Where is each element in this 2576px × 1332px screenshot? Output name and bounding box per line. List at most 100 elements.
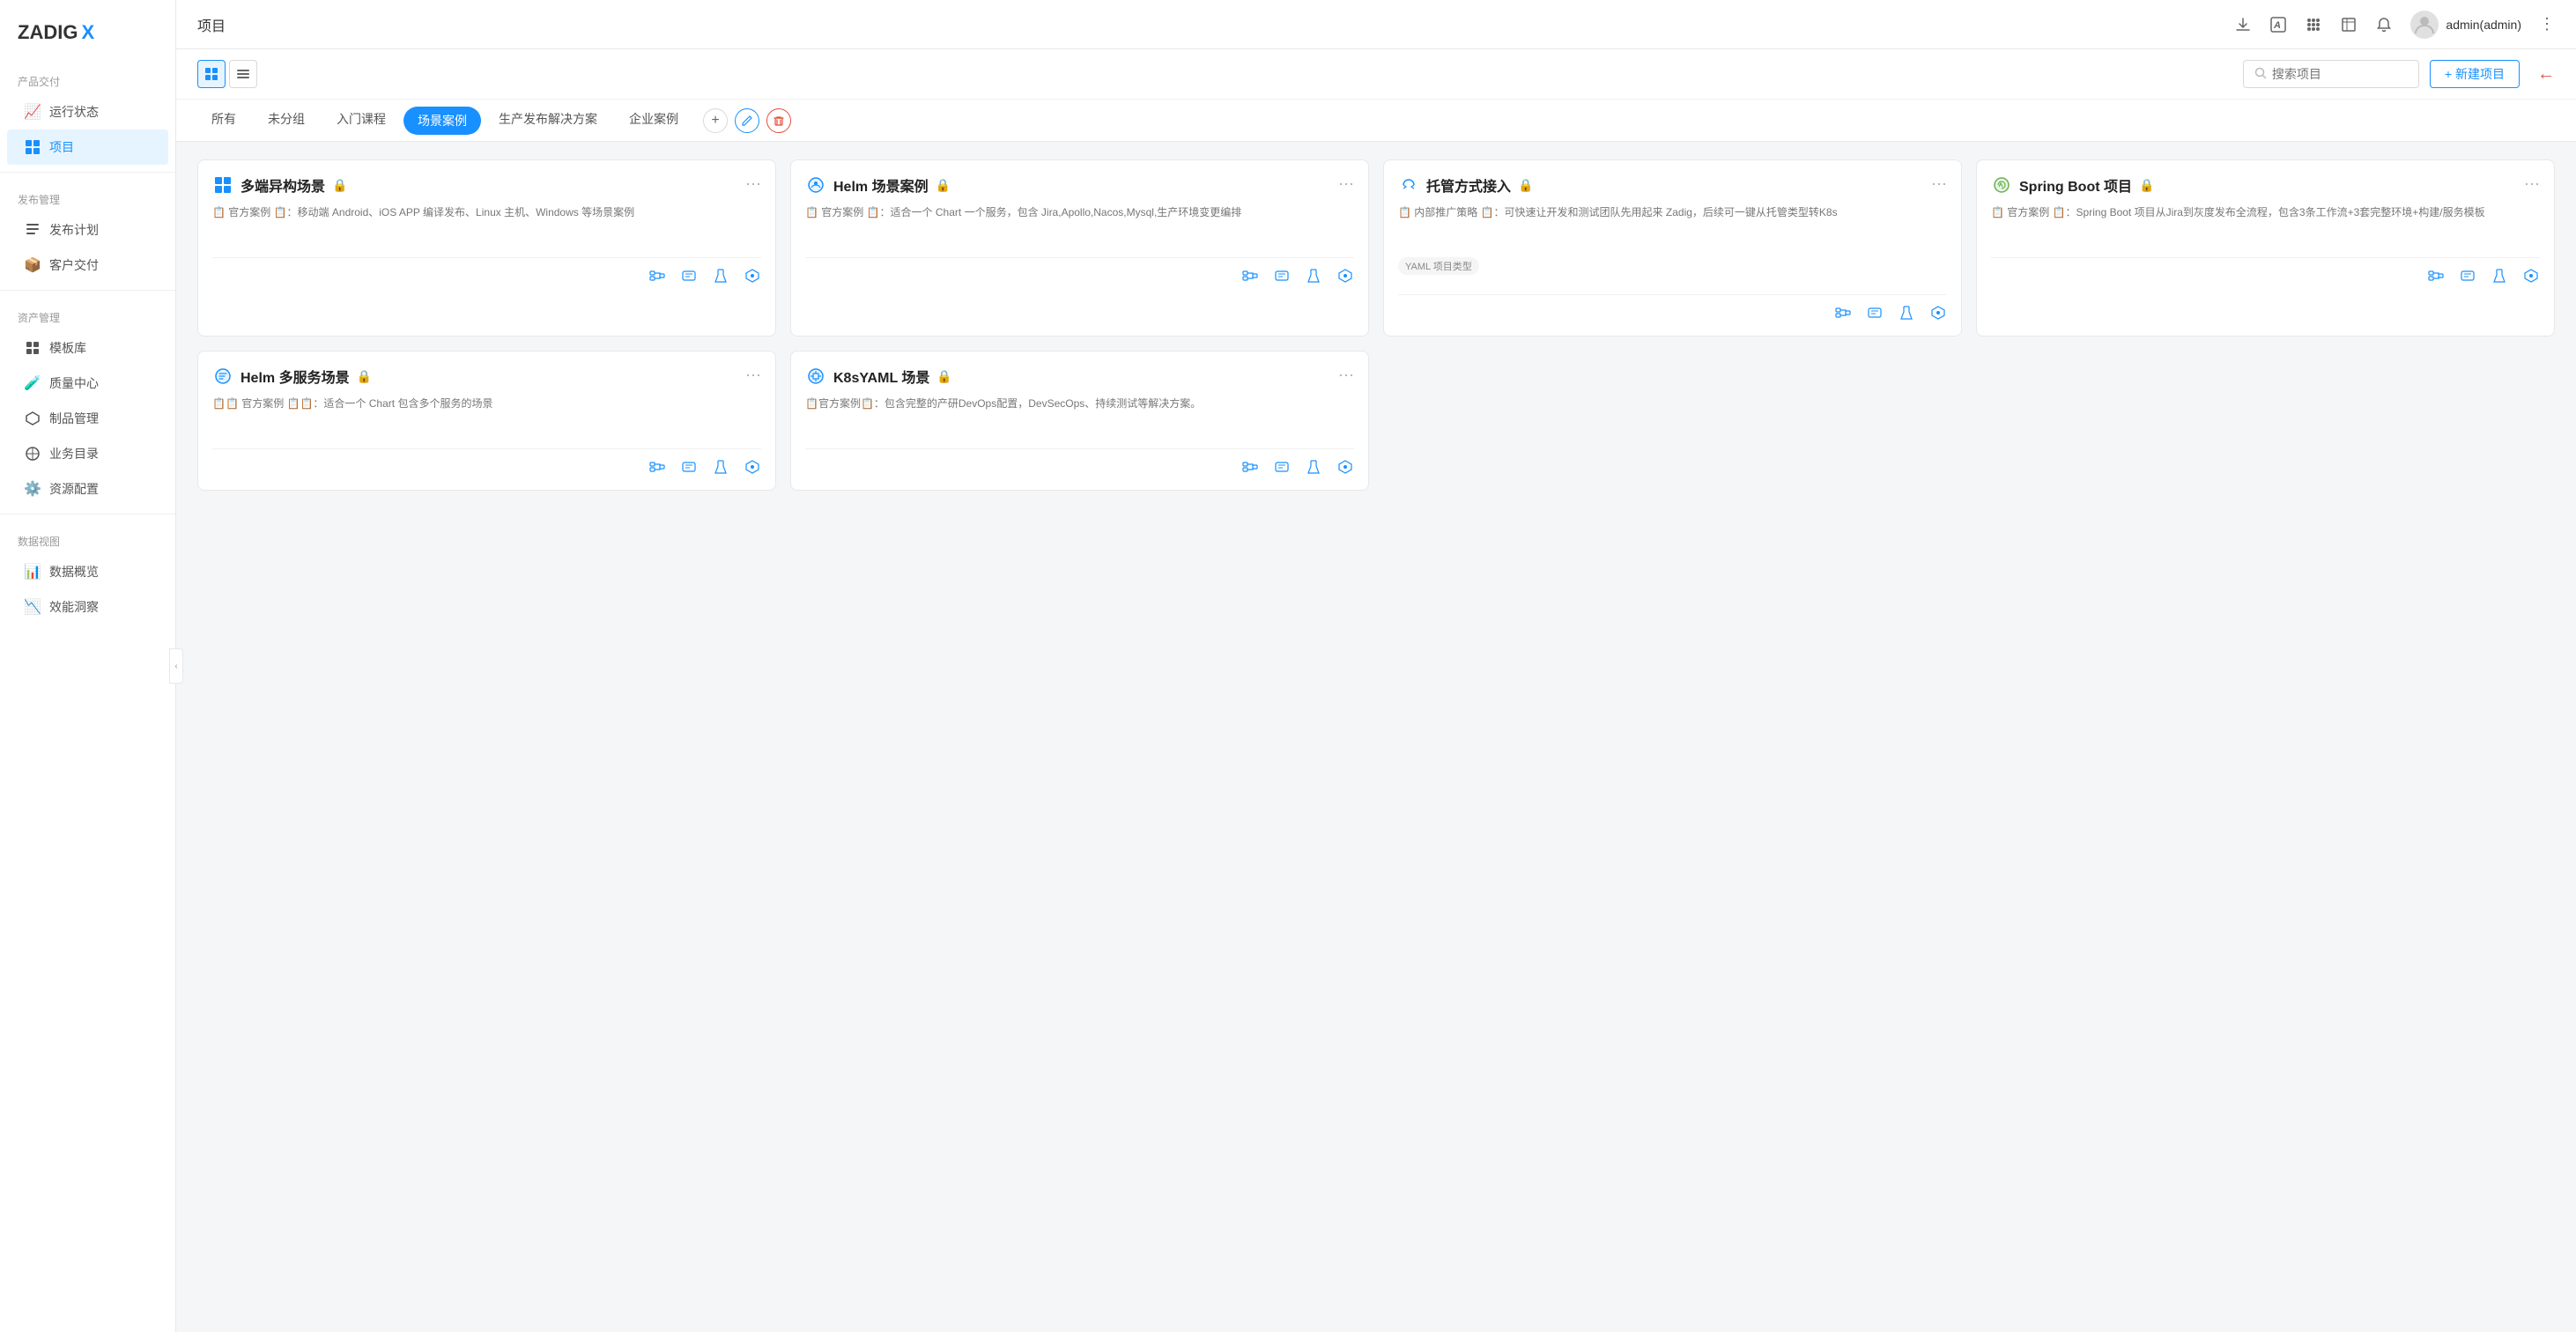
- card-2-service-icon[interactable]: [1336, 267, 1354, 285]
- tab-intro[interactable]: 入门课程: [322, 100, 400, 141]
- card-1-icon: [212, 174, 233, 196]
- sidebar-item-effect-insight[interactable]: 📉 效能洞察: [7, 589, 168, 625]
- list-view-button[interactable]: [229, 60, 257, 88]
- project-card-1[interactable]: 多端异构场景 🔒 ··· 📋 官方案例 📋：移动端 Android、iOS AP…: [197, 159, 776, 337]
- card-2-test-icon[interactable]: [1305, 267, 1322, 285]
- search-input[interactable]: [2272, 67, 2408, 81]
- sidebar-item-biz-catalog[interactable]: 业务目录: [7, 436, 168, 471]
- card-6-more-button[interactable]: ···: [1338, 366, 1354, 384]
- card-3-workflow-icon[interactable]: [1834, 304, 1852, 322]
- card-2-title: Helm 场景案例: [833, 174, 929, 196]
- effect-insight-icon: 📉: [25, 599, 41, 615]
- sidebar-item-data-overview[interactable]: 📊 数据概览: [7, 554, 168, 589]
- tab-enterprise[interactable]: 企业案例: [615, 100, 692, 141]
- section-title-assets: 资产管理: [0, 305, 175, 330]
- card-6-test-icon[interactable]: [1305, 458, 1322, 476]
- project-card-3[interactable]: 托管方式接入 🔒 ··· 📋 内部推广策略 📋：可快速让开发和测试团队先用起来 …: [1383, 159, 1962, 337]
- card-5-env-icon[interactable]: [680, 458, 698, 476]
- card-1-workflow-icon[interactable]: [648, 267, 666, 285]
- tab-delete-button[interactable]: [766, 108, 791, 133]
- card-5-test-icon[interactable]: [712, 458, 729, 476]
- page-title: 项目: [197, 14, 226, 35]
- card-6-description: 📋官方案例📋：包含完整的产研DevOps配置，DevSecOps、持续测试等解决…: [805, 396, 1354, 438]
- section-title-data: 数据视图: [0, 529, 175, 554]
- card-5-more-button[interactable]: ···: [745, 366, 761, 384]
- project-card-6[interactable]: K8sYAML 场景 🔒 ··· 📋官方案例📋：包含完整的产研DevOps配置，…: [790, 351, 1369, 491]
- card-1-test-icon[interactable]: [712, 267, 729, 285]
- release-plan-icon: [25, 222, 41, 238]
- sidebar-item-quality-center[interactable]: 🧪 质量中心: [7, 366, 168, 401]
- apps-icon[interactable]: [2305, 16, 2322, 33]
- card-5-service-icon[interactable]: [744, 458, 761, 476]
- product-mgmt-icon: [25, 411, 41, 426]
- card-2-env-icon[interactable]: [1273, 267, 1291, 285]
- new-project-button[interactable]: + 新建项目: [2430, 60, 2520, 88]
- card-1-lock-icon: 🔒: [332, 178, 347, 193]
- content-area: 多端异构场景 🔒 ··· 📋 官方案例 📋：移动端 Android、iOS AP…: [176, 142, 2576, 1332]
- card-2-description: 📋 官方案例 📋：适合一个 Chart 一个服务，包含 Jira,Apollo,…: [805, 204, 1354, 247]
- quality-center-icon: 🧪: [25, 375, 41, 391]
- card-6-workflow-icon[interactable]: [1241, 458, 1259, 476]
- tab-all[interactable]: 所有: [197, 100, 250, 141]
- card-3-service-icon[interactable]: [1929, 304, 1947, 322]
- download-icon[interactable]: [2234, 16, 2252, 33]
- tab-edit-button[interactable]: [735, 108, 759, 133]
- card-4-workflow-icon[interactable]: [2427, 267, 2445, 285]
- sidebar-item-label: 业务目录: [49, 445, 99, 462]
- toolbar-right: + 新建项目 ←: [2243, 60, 2555, 88]
- card-1-description: 📋 官方案例 📋：移动端 Android、iOS APP 编译发布、Linux …: [212, 204, 761, 247]
- card-6-service-icon[interactable]: [1336, 458, 1354, 476]
- divider-1: [0, 172, 175, 173]
- card-3-env-icon[interactable]: [1866, 304, 1884, 322]
- sidebar-item-client-delivery[interactable]: 📦 客户交付: [7, 248, 168, 283]
- sidebar-item-template-lib[interactable]: 模板库: [7, 330, 168, 366]
- card-2-more-button[interactable]: ···: [1338, 174, 1354, 193]
- tab-ungroup[interactable]: 未分组: [254, 100, 319, 141]
- project-card-2[interactable]: Helm 场景案例 🔒 ··· 📋 官方案例 📋：适合一个 Chart 一个服务…: [790, 159, 1369, 337]
- card-1-env-icon[interactable]: [680, 267, 698, 285]
- project-card-4[interactable]: Spring Boot 项目 🔒 ··· 📋 官方案例 📋：Spring Boo…: [1976, 159, 2555, 337]
- card-5-workflow-icon[interactable]: [648, 458, 666, 476]
- section-title-product: 产品交付: [0, 69, 175, 94]
- bell-icon[interactable]: [2375, 16, 2393, 33]
- sidebar-item-resource-config[interactable]: ⚙️ 资源配置: [7, 471, 168, 507]
- sidebar-item-label: 运行状态: [49, 103, 99, 121]
- logo: ZADIGX: [0, 14, 175, 62]
- card-5-title: Helm 多服务场景: [241, 366, 350, 387]
- logo-zadig: ZADIG: [18, 21, 78, 44]
- card-3-test-icon[interactable]: [1898, 304, 1915, 322]
- card-4-more-button[interactable]: ···: [2524, 174, 2540, 193]
- tab-scenario[interactable]: 场景案例: [403, 107, 481, 135]
- search-icon: [2254, 67, 2267, 82]
- card-4-icon: [1991, 174, 2012, 196]
- card-6-env-icon[interactable]: [1273, 458, 1291, 476]
- header-more-button[interactable]: ⋮: [2539, 15, 2555, 33]
- card-4-test-icon[interactable]: [2491, 267, 2508, 285]
- sidebar-item-product-mgmt[interactable]: 制品管理: [7, 401, 168, 436]
- card-1-service-icon[interactable]: [744, 267, 761, 285]
- project-card-5[interactable]: Helm 多服务场景 🔒 ··· 📋📋 官方案例 📋📋：适合一个 Chart 包…: [197, 351, 776, 491]
- card-6-lock-icon: 🔒: [936, 369, 951, 384]
- sidebar-item-label: 项目: [49, 138, 74, 156]
- data-overview-icon: 📊: [25, 564, 41, 580]
- grid-view-button[interactable]: [197, 60, 226, 88]
- sidebar: ZADIGX 产品交付 📈 运行状态 项目 发布管理 发布计划 📦 客户交付: [0, 0, 176, 1332]
- search-box[interactable]: [2243, 60, 2419, 88]
- sidebar-item-run-status[interactable]: 📈 运行状态: [7, 94, 168, 130]
- book-icon[interactable]: [2340, 16, 2358, 33]
- card-2-icon: [805, 174, 826, 196]
- sidebar-item-project[interactable]: 项目: [7, 130, 168, 165]
- card-5-lock-icon: 🔒: [357, 369, 372, 384]
- card-1-more-button[interactable]: ···: [745, 174, 761, 193]
- svg-text:A: A: [2273, 20, 2281, 31]
- card-4-service-icon[interactable]: [2522, 267, 2540, 285]
- card-2-workflow-icon[interactable]: [1241, 267, 1259, 285]
- tab-add-button[interactable]: +: [703, 108, 728, 133]
- card-4-env-icon[interactable]: [2459, 267, 2476, 285]
- card-3-more-button[interactable]: ···: [1931, 174, 1947, 193]
- font-icon[interactable]: A: [2269, 16, 2287, 33]
- sidebar-item-release-plan[interactable]: 发布计划: [7, 212, 168, 248]
- sidebar-collapse-button[interactable]: ‹: [169, 648, 183, 684]
- tab-production[interactable]: 生产发布解决方案: [485, 100, 611, 141]
- user-info[interactable]: admin(admin): [2410, 11, 2521, 39]
